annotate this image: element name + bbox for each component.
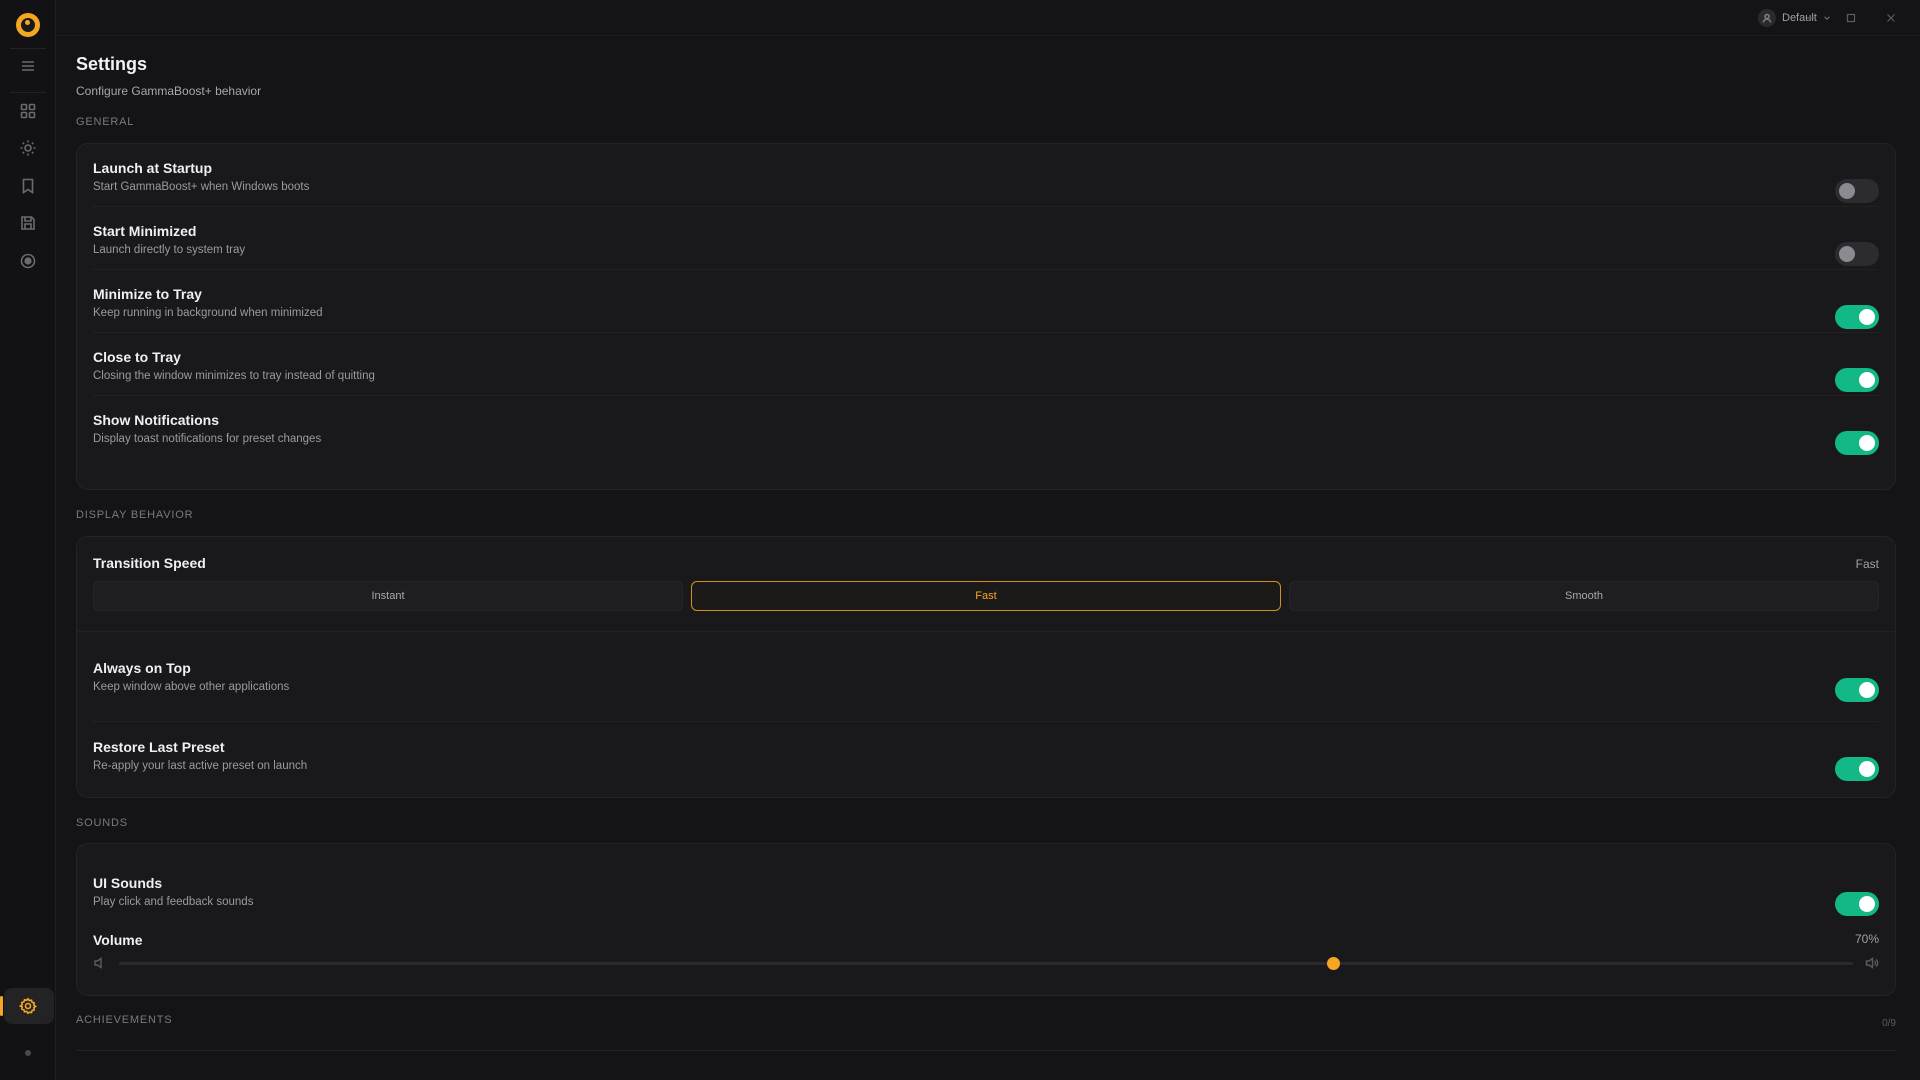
- setting-desc: Start GammaBoost+ when Windows boots: [93, 181, 310, 193]
- close-icon: [1887, 14, 1895, 22]
- transition-speed-value: Fast: [1855, 557, 1879, 571]
- setting-title: Show Notifications: [93, 412, 219, 428]
- settings-gear-icon[interactable]: [18, 996, 38, 1016]
- page-title: Settings: [76, 54, 148, 74]
- setting-row-minimize-to-tray: Minimize to Tray Keep running in backgro…: [93, 270, 1879, 333]
- sun-icon[interactable]: [18, 138, 38, 158]
- setting-desc: Display toast notifications for preset c…: [93, 433, 322, 445]
- setting-title: Minimize to Tray: [93, 286, 202, 302]
- toggle-always-on-top[interactable]: [1835, 678, 1879, 702]
- setting-title: Restore Last Preset: [93, 739, 225, 755]
- setting-title: Start Minimized: [93, 223, 197, 239]
- volume-label: Volume: [93, 932, 143, 948]
- sounds-card: UI Sounds Play click and feedback sounds…: [76, 843, 1896, 996]
- active-indicator: [0, 996, 3, 1016]
- toggle-ui-sounds[interactable]: [1835, 892, 1879, 916]
- volume-low-icon: [93, 956, 107, 970]
- setting-row-show-notifications: Show Notifications Display toast notific…: [93, 396, 1879, 459]
- display-behavior-card: Transition Speed Fast Instant Fast Smoot…: [76, 536, 1896, 798]
- section-label-achievements: ACHIEVEMENTS: [76, 1014, 173, 1026]
- toggle-show-notifications[interactable]: [1835, 431, 1879, 455]
- volume-high-icon: [1865, 956, 1879, 970]
- transition-speed-title: Transition Speed: [93, 555, 206, 571]
- achievements-count: 0/9: [1882, 1018, 1896, 1029]
- setting-desc: Re-apply your last active preset on laun…: [93, 760, 308, 772]
- minimize-icon: [1807, 17, 1815, 19]
- toggle-close-to-tray[interactable]: [1835, 368, 1879, 392]
- section-label-general: GENERAL: [76, 116, 135, 128]
- save-icon[interactable]: [18, 213, 38, 233]
- setting-row-always-on-top: Always on Top Keep window above other ap…: [93, 644, 1879, 722]
- transition-option-fast[interactable]: Fast: [691, 581, 1281, 611]
- volume-value: 70%: [1854, 932, 1879, 946]
- setting-desc: Launch directly to system tray: [93, 244, 246, 256]
- toggle-launch-at-startup[interactable]: [1835, 179, 1879, 203]
- setting-row-restore-last-preset: Restore Last Preset Re-apply your last a…: [93, 723, 1879, 799]
- minimize-button[interactable]: [1803, 10, 1819, 26]
- sidebar: [0, 0, 56, 1080]
- achievements-divider: [76, 1050, 1896, 1051]
- setting-desc: Play click and feedback sounds: [93, 896, 254, 908]
- toggle-start-minimized[interactable]: [1835, 242, 1879, 266]
- section-label-display-behavior: DISPLAY BEHAVIOR: [76, 509, 194, 521]
- setting-title: UI Sounds: [93, 875, 163, 891]
- setting-desc: Closing the window minimizes to tray ins…: [93, 370, 375, 382]
- close-button[interactable]: [1883, 10, 1899, 26]
- setting-row-ui-sounds: UI Sounds Play click and feedback sounds: [93, 859, 1879, 931]
- setting-row-start-minimized: Start Minimized Launch directly to syste…: [93, 207, 1879, 270]
- chevron-down-icon: [1824, 16, 1830, 20]
- sidebar-divider: [10, 48, 46, 49]
- transition-option-instant[interactable]: Instant: [93, 581, 683, 611]
- setting-title: Close to Tray: [93, 349, 181, 365]
- setting-title: Always on Top: [93, 660, 191, 676]
- sidebar-divider: [10, 92, 46, 93]
- status-dot: [25, 1050, 31, 1056]
- volume-slider-track[interactable]: [119, 957, 1853, 970]
- record-icon[interactable]: [18, 251, 38, 271]
- volume-slider-thumb[interactable]: [1326, 957, 1340, 970]
- section-label-sounds: SOUNDS: [76, 817, 128, 829]
- general-card: Launch at Startup Start GammaBoost+ when…: [76, 143, 1896, 490]
- maximize-button[interactable]: [1843, 10, 1859, 26]
- grid-icon[interactable]: [18, 101, 38, 121]
- setting-desc: Keep window above other applications: [93, 681, 290, 693]
- app-logo: [16, 13, 40, 37]
- transition-option-smooth[interactable]: Smooth: [1289, 581, 1879, 611]
- maximize-icon: [1846, 13, 1856, 23]
- toggle-minimize-to-tray[interactable]: [1835, 305, 1879, 329]
- page-subtitle: Configure GammaBoost+ behavior: [76, 84, 262, 98]
- setting-title: Launch at Startup: [93, 160, 213, 176]
- user-icon: [1758, 9, 1776, 27]
- setting-row-launch-at-startup: Launch at Startup Start GammaBoost+ when…: [93, 144, 1879, 207]
- transition-speed-selector: Instant Fast Smooth: [93, 581, 1879, 611]
- bookmark-icon[interactable]: [18, 176, 38, 196]
- menu-icon[interactable]: [18, 56, 38, 76]
- title-bar: Default: [56, 0, 1920, 36]
- setting-desc: Keep running in background when minimize…: [93, 307, 323, 319]
- toggle-restore-last-preset[interactable]: [1835, 757, 1879, 781]
- setting-row-close-to-tray: Close to Tray Closing the window minimiz…: [93, 333, 1879, 396]
- volume-control: Volume 70%: [93, 932, 1879, 992]
- profile-selector[interactable]: Default: [1758, 8, 1831, 28]
